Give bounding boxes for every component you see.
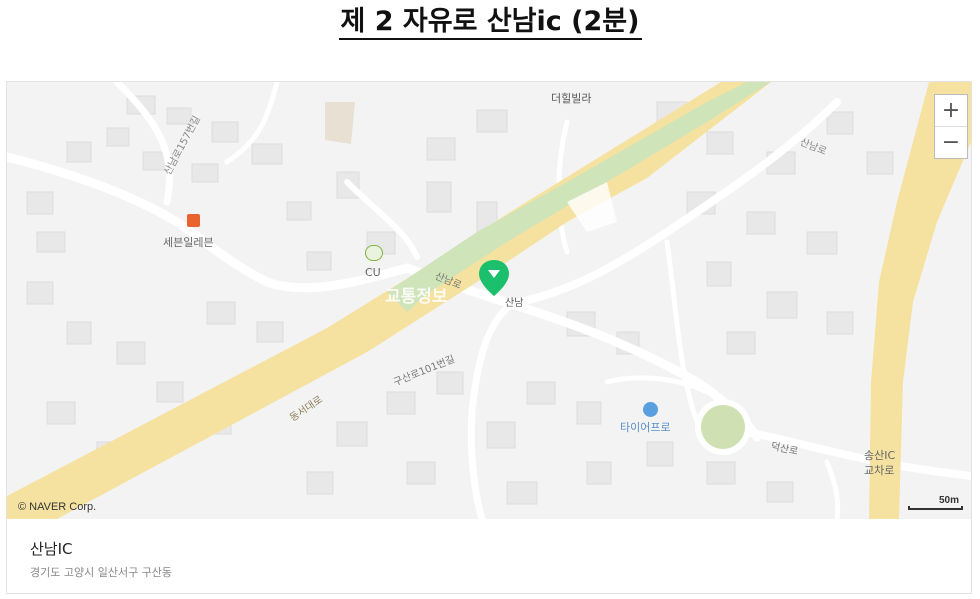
scale-bar: 50m [908,494,963,510]
traffic-watermark: 교통정보 [385,287,448,307]
map-view[interactable]: 더힐빌라 산남로157번길 세븐일레븐 CU 산남로 산남로 산남 구산로101… [7,82,971,519]
page-title: 제 2 자유로 산남ic (2분) [0,2,980,42]
zoom-out-button[interactable]: − [935,126,967,158]
seven-eleven-icon[interactable] [187,214,200,227]
ic-songsan-sub-label: 교차로 [864,464,895,477]
poi-villa-label[interactable]: 더힐빌라 [551,90,591,106]
scale-label: 50m [938,495,959,506]
scale-line [908,506,963,510]
poi-cu-label[interactable]: CU [365,266,381,279]
poi-seven-eleven-label[interactable]: 세븐일레븐 [163,234,214,250]
location-pin-icon[interactable] [477,258,511,298]
place-address: 경기도 고양시 일산서구 구산동 [30,566,173,579]
copyright-text[interactable]: © NAVER Corp. [18,501,96,513]
cu-icon[interactable] [365,245,383,261]
tire-shop-icon[interactable] [643,402,658,417]
zoom-in-button[interactable]: + [935,95,967,126]
zoom-control: + − [934,94,968,159]
place-info[interactable]: 산남IC 경기도 고양시 일산서구 구산동 [7,519,971,593]
map-card: 더힐빌라 산남로157번길 세븐일레븐 CU 산남로 산남로 산남 구산로101… [6,81,972,594]
poi-tire-pro-label[interactable]: 타이어프로 [620,419,671,435]
ic-songsan-label[interactable]: 송산IC [864,447,895,463]
place-name: 산남IC [30,540,73,558]
